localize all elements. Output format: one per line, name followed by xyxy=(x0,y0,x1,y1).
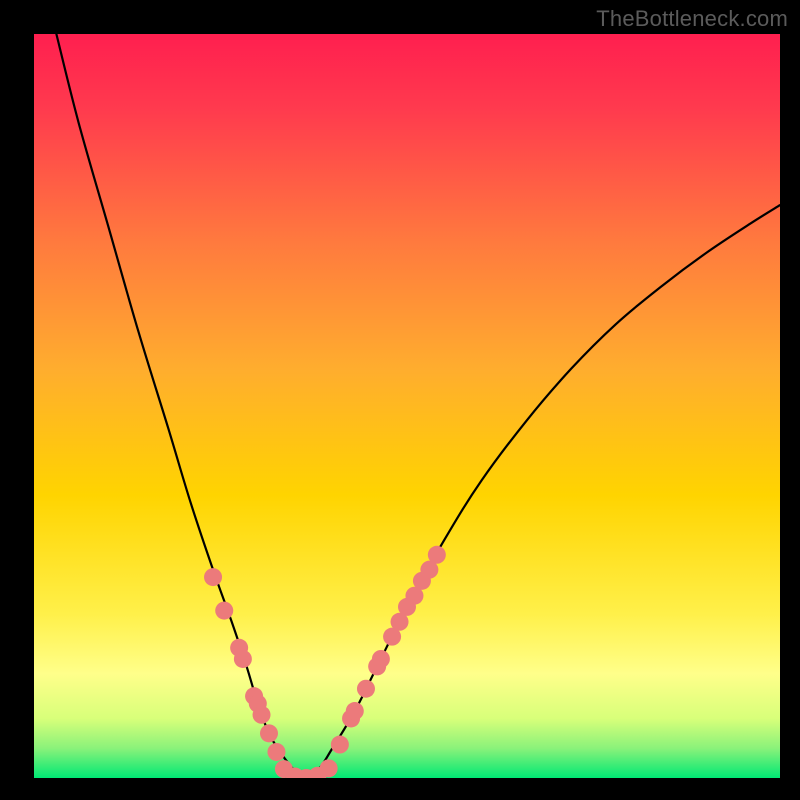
curve-marker xyxy=(372,650,390,668)
curve-marker xyxy=(331,736,349,754)
curve-marker xyxy=(320,759,338,777)
curve-marker xyxy=(234,650,252,668)
chart-stage: TheBottleneck.com xyxy=(0,0,800,800)
curve-marker xyxy=(346,702,364,720)
curve-marker xyxy=(357,680,375,698)
curve-marker xyxy=(267,743,285,761)
curve-marker xyxy=(204,568,222,586)
bottleneck-chart xyxy=(0,0,800,800)
curve-marker xyxy=(428,546,446,564)
curve-marker xyxy=(260,724,278,742)
watermark-text: TheBottleneck.com xyxy=(596,6,788,32)
plot-background xyxy=(34,34,780,778)
curve-marker xyxy=(253,706,271,724)
curve-marker xyxy=(215,602,233,620)
